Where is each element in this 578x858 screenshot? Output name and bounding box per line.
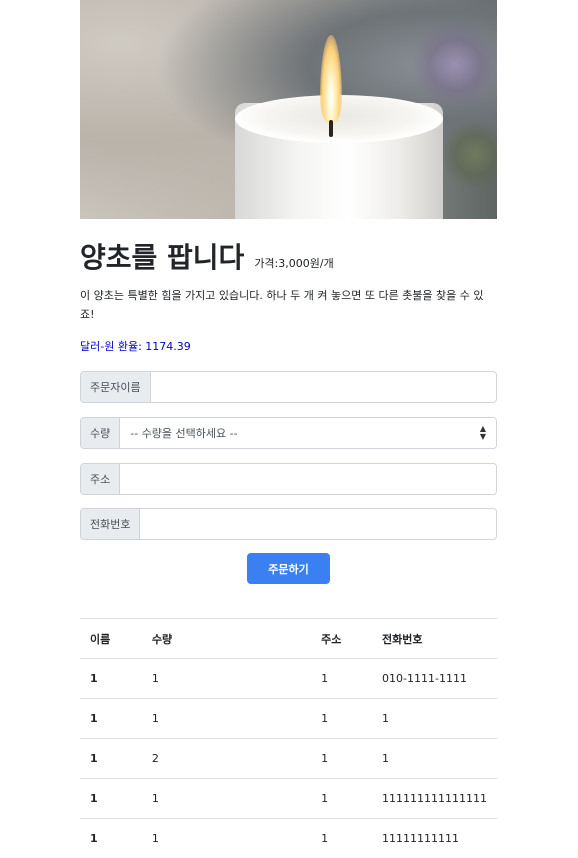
orderer-input[interactable] <box>151 372 496 402</box>
orders-table: 이름 수량 주소 전화번호 1 1 1 010-1111-1111 1 1 1 … <box>80 618 497 858</box>
price-label: 가격:3,000원/개 <box>254 255 333 271</box>
chevron-updown-icon: ▲▼ <box>480 425 486 441</box>
quantity-label: 수량 <box>81 418 120 448</box>
product-description: 이 양초는 특별한 힘을 가지고 있습니다. 하나 두 개 켜 놓으면 또 다른… <box>80 286 497 324</box>
table-header-row: 이름 수량 주소 전화번호 <box>80 619 497 659</box>
table-row: 1 1 1 010-1111-1111 <box>80 659 497 699</box>
table-row: 1 1 1 111111111111111 <box>80 779 497 819</box>
orderer-label: 주문자이름 <box>81 372 151 402</box>
quantity-field-group: 수량 -- 수량을 선택하세요 -- ▲▼ <box>80 417 497 449</box>
order-button[interactable]: 주문하기 <box>247 553 330 584</box>
wick <box>329 120 333 137</box>
quantity-select[interactable]: -- 수량을 선택하세요 -- ▲▼ <box>120 418 496 448</box>
table-row: 1 1 1 11111111111 <box>80 819 497 858</box>
table-row: 1 1 1 1 <box>80 699 497 739</box>
quantity-selected-value: -- 수량을 선택하세요 -- <box>130 425 237 441</box>
page-title: 양초를 팝니다 <box>80 236 244 276</box>
page-container: 양초를 팝니다 가격:3,000원/개 이 양초는 특별한 힘을 가지고 있습니… <box>80 0 497 858</box>
flame <box>320 35 342 125</box>
address-input[interactable] <box>120 464 496 494</box>
address-field-group: 주소 <box>80 463 497 495</box>
title-row: 양초를 팝니다 가격:3,000원/개 <box>80 236 497 276</box>
phone-label: 전화번호 <box>81 509 140 539</box>
header-quantity: 수량 <box>142 619 311 659</box>
orderer-field-group: 주문자이름 <box>80 371 497 403</box>
phone-input[interactable] <box>140 509 496 539</box>
header-phone: 전화번호 <box>372 619 497 659</box>
exchange-rate: 달러-원 환율: 1174.39 <box>80 338 497 354</box>
address-label: 주소 <box>81 464 120 494</box>
table-row: 1 2 1 1 <box>80 739 497 779</box>
header-address: 주소 <box>311 619 372 659</box>
candle-image <box>80 0 497 219</box>
header-name: 이름 <box>80 619 142 659</box>
phone-field-group: 전화번호 <box>80 508 497 540</box>
